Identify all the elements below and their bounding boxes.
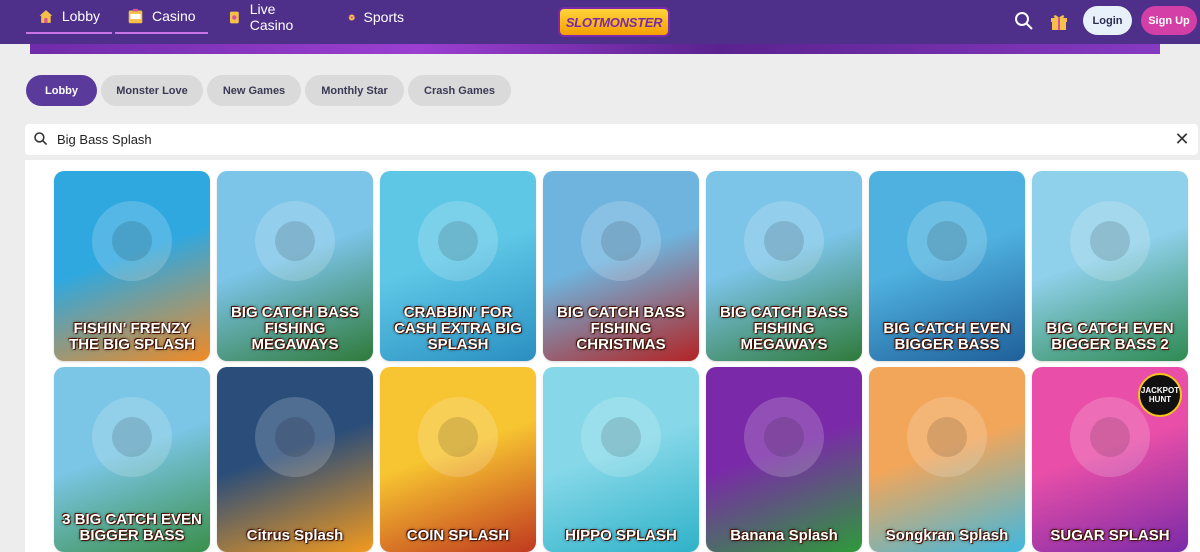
nav-casino[interactable]: Casino [115, 0, 208, 34]
tab-monthly-star[interactable]: Monthly Star [305, 75, 404, 106]
game-search-bar: ✕ [25, 124, 1198, 155]
search-icon [34, 132, 48, 146]
slot-machine-icon [128, 8, 143, 23]
game-title: Songkran Splash [885, 527, 1009, 544]
site-logo[interactable]: SLOTMONSTER [558, 7, 670, 37]
game-grid: FISHIN' FRENZY THE BIG SPLASH BIG CATCH B… [25, 160, 1200, 552]
game-title: COIN SPLASH [406, 527, 510, 544]
game-card[interactable]: BIG CATCH EVEN BIGGER BASS [869, 171, 1025, 361]
game-card[interactable]: HIPPO SPLASH [543, 367, 699, 552]
close-icon[interactable]: ✕ [1173, 130, 1191, 148]
login-button[interactable]: Login [1083, 6, 1132, 35]
tab-lobby[interactable]: Lobby [26, 75, 97, 106]
tab-crash-games[interactable]: Crash Games [408, 75, 511, 106]
home-icon [39, 9, 53, 23]
game-title: HIPPO SPLASH [565, 527, 677, 544]
game-title: Banana Splash [730, 527, 838, 544]
nav-lobby[interactable]: Lobby [26, 0, 112, 34]
cards-icon [229, 11, 239, 23]
game-title: BIG CATCH EVEN BIGGER BASS [883, 320, 1011, 353]
game-card[interactable]: BIG CATCH BASS FISHING MEGAWAYS [706, 171, 862, 361]
nav-sports[interactable]: Sports [336, 0, 416, 34]
game-title: BIG CATCH EVEN BIGGER BASS 2 [1046, 320, 1174, 353]
game-title: SUGAR SPLASH [1050, 527, 1170, 544]
game-card[interactable]: SUGAR SPLASH JACKPOT HUNT [1032, 367, 1188, 552]
game-card[interactable]: CRABBIN' FOR CASH EXTRA BIG SPLASH [380, 171, 536, 361]
gift-icon[interactable] [1048, 10, 1070, 32]
game-title: FISHIN' FRENZY THE BIG SPLASH [69, 320, 195, 353]
game-card[interactable]: BIG CATCH BASS FISHING CHRISTMAS [543, 171, 699, 361]
game-title: BIG CATCH BASS FISHING MEGAWAYS [719, 304, 849, 353]
game-title: CRABBIN' FOR CASH EXTRA BIG SPLASH [394, 304, 522, 353]
nav-lobby-label: Lobby [61, 8, 100, 24]
search-icon[interactable] [1013, 10, 1035, 32]
tab-new-games[interactable]: New Games [207, 75, 301, 106]
game-card[interactable]: FISHIN' FRENZY THE BIG SPLASH [54, 171, 210, 361]
game-title: BIG CATCH BASS FISHING MEGAWAYS [230, 304, 360, 353]
game-card[interactable]: BIG CATCH EVEN BIGGER BASS 2 [1032, 171, 1188, 361]
game-title: BIG CATCH BASS FISHING CHRISTMAS [556, 304, 686, 353]
game-title: 3 BIG CATCH EVEN BIGGER BASS [62, 511, 202, 544]
signup-button[interactable]: Sign Up [1141, 6, 1197, 35]
game-title: Citrus Splash [246, 527, 344, 544]
soccer-ball-icon [348, 13, 355, 21]
game-card[interactable]: Banana Splash [706, 367, 862, 552]
nav-sports-label: Sports [363, 9, 404, 25]
top-navbar: Lobby Casino Live Casino Sports SLOTMONS… [0, 0, 1200, 44]
promo-banner-edge[interactable] [0, 44, 1200, 54]
nav-live-casino-label: Live Casino [249, 1, 294, 33]
jackpot-badge: JACKPOT HUNT [1138, 373, 1182, 417]
nav-live-casino[interactable]: Live Casino [215, 0, 325, 34]
game-card[interactable]: COIN SPLASH [380, 367, 536, 552]
game-card[interactable]: BIG CATCH BASS FISHING MEGAWAYS [217, 171, 373, 361]
nav-casino-label: Casino [152, 8, 196, 24]
tab-monster-love[interactable]: Monster Love [101, 75, 203, 106]
game-card[interactable]: 3 BIG CATCH EVEN BIGGER BASS [54, 367, 210, 552]
search-input[interactable] [57, 124, 1157, 155]
game-card[interactable]: Citrus Splash [217, 367, 373, 552]
game-card[interactable]: Songkran Splash [869, 367, 1025, 552]
